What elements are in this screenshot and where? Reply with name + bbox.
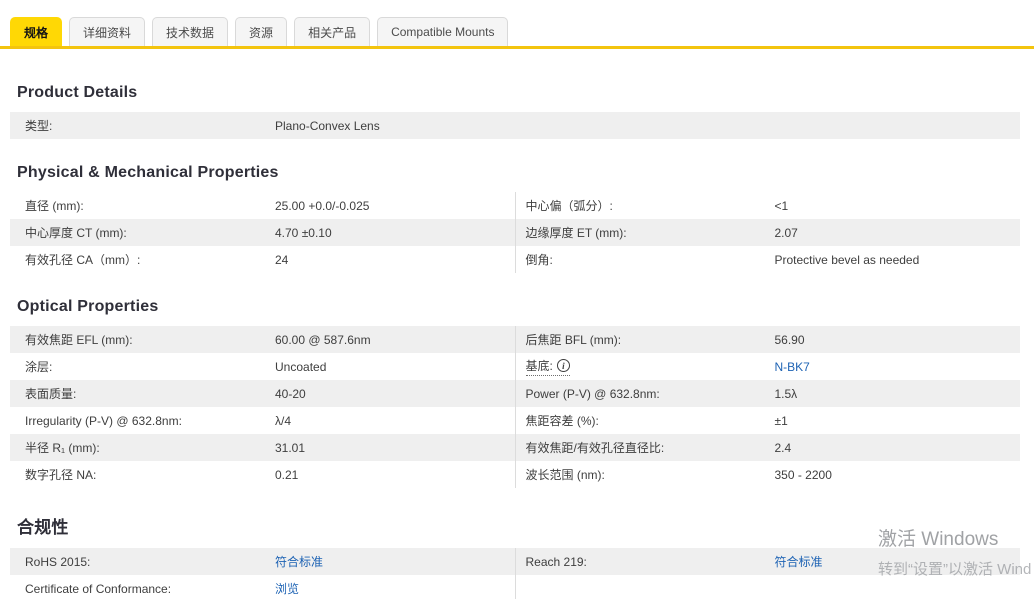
spec-row-coating: 涂层: Uncoated 基底: i N-BK7 (10, 353, 1020, 380)
physical-table: 直径 (mm): 25.00 +0.0/-0.025 中心偏（弧分）: <1 中… (10, 192, 1020, 273)
spec-row-center-thickness: 中心厚度 CT (mm): 4.70 ±0.10 边缘厚度 ET (mm): 2… (10, 219, 1020, 246)
info-icon[interactable]: i (556, 359, 570, 372)
spec-label-power: Power (P-V) @ 632.8nm: (525, 386, 660, 401)
tab-bar: 规格 详细资料 技术数据 资源 相关产品 Compatible Mounts (0, 0, 1034, 49)
spec-value-bfl: 56.90 (774, 332, 805, 347)
tab-details[interactable]: 详细资料 (69, 17, 146, 46)
spec-label-substrate: 基底: (525, 359, 553, 373)
tab-related-products[interactable]: 相关产品 (294, 17, 371, 46)
spec-label-coating: 涂层: (25, 360, 53, 374)
spec-value-type: Plano-Convex Lens (275, 118, 380, 133)
spec-row-radius: 半径 R₁ (mm): 31.01 有效焦距/有效孔径直径比: 2.4 (10, 434, 1020, 461)
spec-value-center-thickness: 4.70 ±0.10 (275, 225, 332, 240)
spec-row-type: 类型: Plano-Convex Lens (10, 112, 1020, 139)
spec-row-na: 数字孔径 NA: 0.21 波长范围 (nm): 350 - 2200 (10, 461, 1020, 488)
compliance-table: RoHS 2015: 符合标准 Reach 219: 符合标准 Certific… (10, 548, 1020, 599)
spec-label-center-thickness: 中心厚度 CT (mm): (25, 226, 127, 240)
spec-label-rohs: RoHS 2015: (25, 554, 91, 569)
spec-value-fl-tolerance: ±1 (774, 413, 788, 428)
spec-value-power: 1.5λ (774, 386, 798, 401)
spec-label-radius: 半径 R₁ (mm): (25, 441, 100, 455)
spec-label-type: 类型: (25, 119, 53, 133)
spec-value-wavelength-range: 350 - 2200 (774, 467, 832, 482)
spec-label-na: 数字孔径 NA: (25, 468, 97, 482)
optical-table: 有效焦距 EFL (mm): 60.00 @ 587.6nm 后焦距 BFL (… (10, 326, 1020, 488)
spec-row-coc: Certificate of Conformance: 浏览 (10, 575, 1020, 599)
spec-label-centration: 中心偏（弧分）: (525, 199, 613, 213)
tab-technical-data[interactable]: 技术数据 (152, 17, 229, 46)
section-title-physical: Physical & Mechanical Properties (17, 164, 279, 181)
spec-label-fl-tolerance: 焦距容差 (%): (525, 414, 599, 428)
spec-value-efl: 60.00 @ 587.6nm (275, 332, 371, 347)
spec-value-centration: <1 (774, 198, 789, 213)
coc-view-link[interactable]: 浏览 (275, 582, 299, 596)
tab-resources[interactable]: 资源 (235, 17, 288, 46)
spec-label-reach: Reach 219: (525, 554, 587, 569)
spec-value-surface-quality: 40-20 (275, 386, 306, 401)
spec-value-diameter: 25.00 +0.0/-0.025 (275, 198, 370, 213)
spec-value-na: 0.21 (275, 467, 299, 482)
specs-content: Product Details 类型: Plano-Convex Lens Ph… (0, 84, 1034, 599)
spec-value-edge-thickness: 2.07 (774, 225, 798, 240)
spec-value-clear-aperture: 24 (275, 252, 289, 267)
spec-label-surface-quality: 表面质量: (25, 387, 77, 401)
spec-label-efl: 有效焦距 EFL (mm): (25, 333, 133, 347)
spec-value-coating: Uncoated (275, 359, 327, 374)
spec-label-coc: Certificate of Conformance: (25, 581, 172, 596)
spec-value-radius: 31.01 (275, 440, 306, 455)
spec-label-clear-aperture: 有效孔径 CA（mm）: (25, 253, 141, 267)
rohs-compliant-link[interactable]: 符合标准 (275, 555, 323, 569)
tab-compatible-mounts[interactable]: Compatible Mounts (377, 17, 509, 46)
spec-label-edge-thickness: 边缘厚度 ET (mm): (525, 226, 627, 240)
section-title-optical: Optical Properties (17, 298, 159, 315)
spec-row-clear-aperture: 有效孔径 CA（mm）: 24 倒角: Protective bevel as … (10, 246, 1020, 273)
spec-label-fl-ca-ratio: 有效焦距/有效孔径直径比: (525, 441, 665, 455)
spec-label-diameter: 直径 (mm): (25, 199, 84, 213)
spec-value-bevel: Protective bevel as needed (774, 252, 920, 267)
spec-label-irregularity: Irregularity (P-V) @ 632.8nm: (25, 413, 182, 428)
spec-row-diameter: 直径 (mm): 25.00 +0.0/-0.025 中心偏（弧分）: <1 (10, 192, 1020, 219)
substrate-tooltip-label[interactable]: 基底: i (525, 357, 570, 376)
spec-value-irregularity: λ/4 (275, 413, 292, 428)
spec-label-bfl: 后焦距 BFL (mm): (525, 333, 622, 347)
section-title-product-details: Product Details (17, 84, 138, 101)
spec-label-bevel: 倒角: (525, 253, 553, 267)
spec-value-fl-ca-ratio: 2.4 (774, 440, 792, 455)
tab-specs[interactable]: 规格 (10, 17, 63, 46)
spec-row-efl: 有效焦距 EFL (mm): 60.00 @ 587.6nm 后焦距 BFL (… (10, 326, 1020, 353)
spec-row-irregularity: Irregularity (P-V) @ 632.8nm: λ/4 焦距容差 (… (10, 407, 1020, 434)
substrate-link[interactable]: N-BK7 (775, 360, 810, 374)
product-details-table: 类型: Plano-Convex Lens (10, 112, 1020, 139)
reach-compliant-link[interactable]: 符合标准 (775, 555, 823, 569)
spec-row-rohs: RoHS 2015: 符合标准 Reach 219: 符合标准 (10, 548, 1020, 575)
section-title-compliance: 合规性 (17, 518, 69, 537)
spec-label-wavelength-range: 波长范围 (nm): (525, 468, 605, 482)
spec-row-surface-quality: 表面质量: 40-20 Power (P-V) @ 632.8nm: 1.5λ (10, 380, 1020, 407)
